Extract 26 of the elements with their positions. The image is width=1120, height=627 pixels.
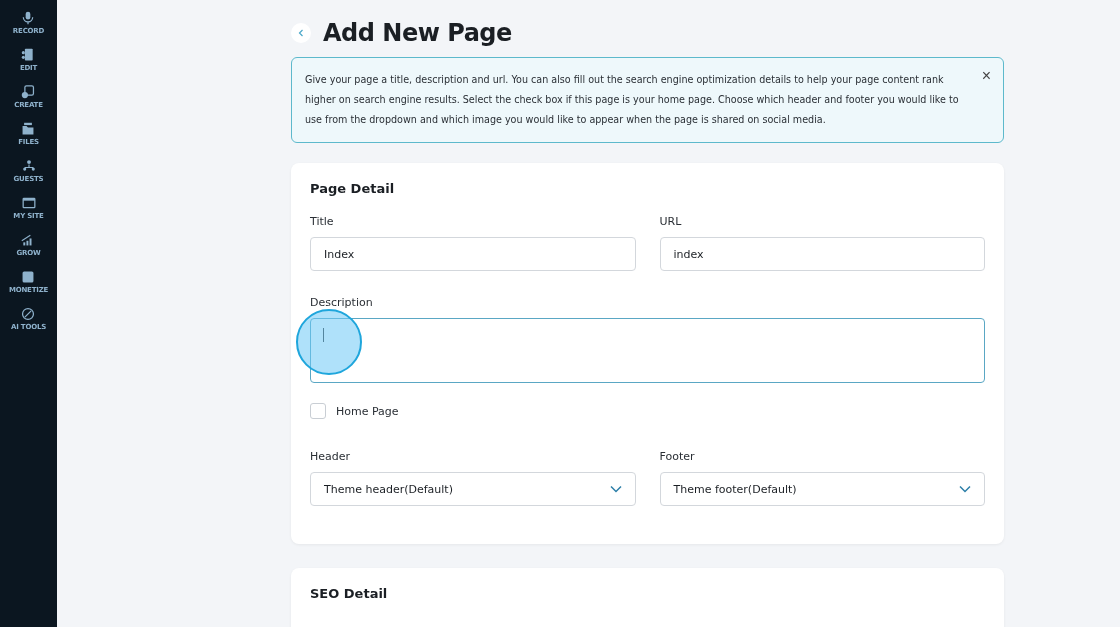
field-label: Title xyxy=(310,215,334,228)
chevron-down-icon xyxy=(609,485,622,493)
checkbox-label: Home Page xyxy=(336,404,399,418)
browser-window-icon xyxy=(21,196,36,210)
url-input[interactable]: index xyxy=(659,237,985,271)
dropdown[interactable]: Theme header(Default) xyxy=(310,472,636,506)
page-title: Add New Page xyxy=(323,19,512,47)
microphone-icon xyxy=(21,11,36,25)
people-icon xyxy=(21,159,36,173)
field-label: Description xyxy=(310,296,373,309)
field-label: Header xyxy=(310,450,351,463)
dropdown[interactable]: Theme footer(Default) xyxy=(659,472,985,506)
home-page-checkbox[interactable] xyxy=(310,403,326,419)
section-heading: Page Detail xyxy=(310,181,396,196)
field-label: Footer xyxy=(659,450,695,463)
back-button[interactable] xyxy=(291,23,311,43)
title-input[interactable]: Index xyxy=(310,237,636,271)
chevron-down-icon xyxy=(959,485,971,493)
description-input[interactable] xyxy=(310,318,985,383)
text-cursor xyxy=(323,328,324,342)
section-heading: SEO Detail xyxy=(310,586,389,601)
chevron-left-icon xyxy=(297,29,305,37)
banner-text: Give your page a title, description and url. You can also fill out the search engine optimization details to help your page content rank higher on search engine results. Select the check box if this page is your home page. Choose which header and footer you would like to use from the dropdown and which image you would like to appear when the page is shared on social media. xyxy=(305,73,960,127)
close-button[interactable]: × xyxy=(981,68,991,84)
folder-icon xyxy=(21,122,36,136)
field-label: URL xyxy=(659,215,682,228)
